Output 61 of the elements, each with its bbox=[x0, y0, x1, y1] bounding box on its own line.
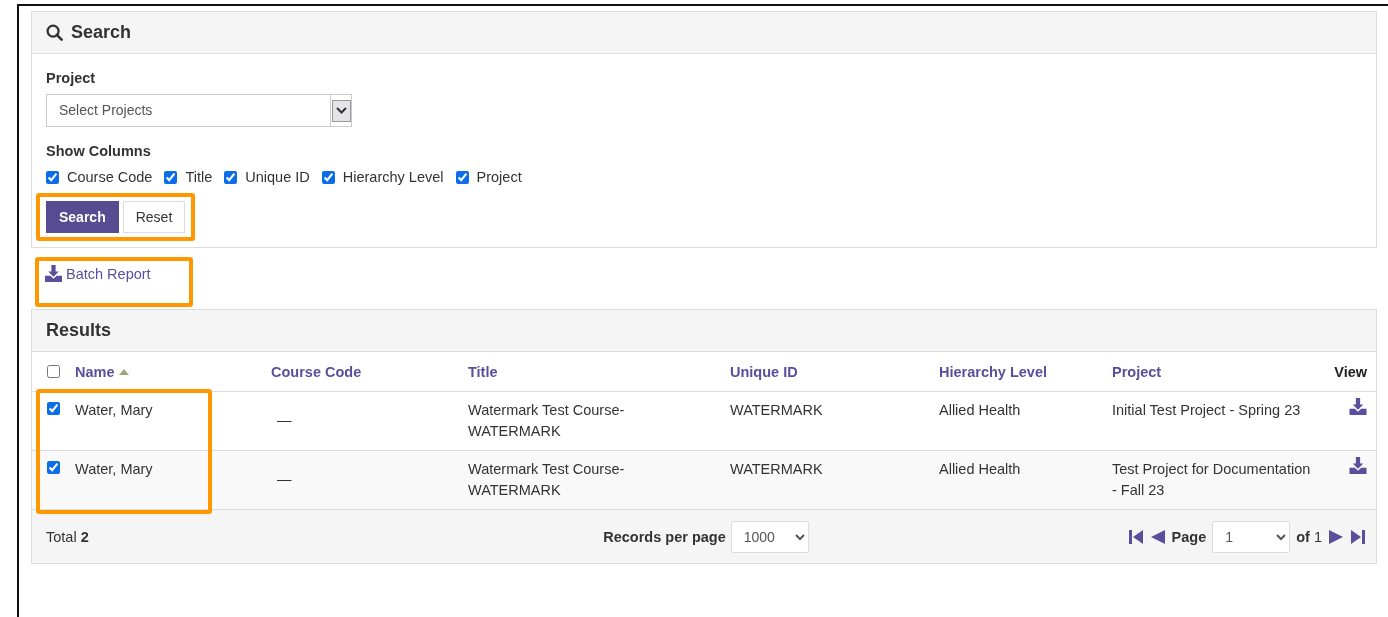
checkbox[interactable] bbox=[46, 170, 59, 184]
last-page-button[interactable] bbox=[1350, 528, 1366, 545]
panel-title: Search bbox=[71, 22, 132, 43]
table-cell: WATERMARK bbox=[730, 461, 823, 477]
checkbox-label: Hierarchy Level bbox=[342, 169, 444, 185]
previous-page-button[interactable] bbox=[1149, 528, 1166, 545]
next-page-button[interactable] bbox=[1328, 528, 1344, 545]
previous-page-icon bbox=[1149, 528, 1166, 545]
column-header[interactable]: Hierarchy Level bbox=[939, 363, 1047, 380]
table-cell-text: — bbox=[277, 411, 292, 430]
next-page-icon bbox=[1328, 528, 1344, 545]
records-per-page-label: Records per page bbox=[603, 528, 726, 545]
batch-report-link[interactable]: Batch Report bbox=[45, 265, 151, 282]
first-page-icon bbox=[1127, 528, 1144, 545]
page-select[interactable]: 1 bbox=[1212, 520, 1291, 553]
checkbox[interactable] bbox=[47, 365, 60, 378]
checkbox[interactable] bbox=[224, 170, 238, 184]
records-per-page-select[interactable]: 1000 bbox=[730, 520, 809, 553]
panel-title: Results bbox=[46, 320, 112, 341]
checkbox-label: Unique ID bbox=[245, 169, 310, 185]
page-count-label: of 1 bbox=[1296, 528, 1322, 545]
view-download-button[interactable] bbox=[1349, 398, 1367, 415]
last-page-icon bbox=[1350, 528, 1366, 545]
table-cell-text: Test Project for Documentation - Fall 23 bbox=[1112, 460, 1312, 500]
download-icon bbox=[1349, 398, 1367, 415]
column-header: View bbox=[1334, 363, 1367, 380]
checkbox[interactable] bbox=[164, 170, 178, 184]
table-cell-text: Initial Test Project - Spring 23 bbox=[1112, 401, 1302, 420]
table-cell: Water, Mary bbox=[75, 461, 153, 477]
field-label: Show Columns bbox=[46, 143, 152, 159]
checkbox-label: Course Code bbox=[67, 169, 153, 185]
table-cell: Allied Health bbox=[939, 461, 1021, 477]
search-icon bbox=[46, 24, 63, 41]
sort-ascending-icon bbox=[118, 368, 129, 375]
column-header[interactable]: Title bbox=[468, 363, 498, 380]
project-select[interactable]: Select Projects bbox=[46, 94, 352, 127]
column-header[interactable]: Name bbox=[75, 363, 115, 380]
table-cell: Allied Health bbox=[939, 402, 1021, 418]
view-download-button[interactable] bbox=[1349, 457, 1367, 474]
table-cell: WATERMARK bbox=[730, 402, 823, 418]
checkbox[interactable] bbox=[47, 402, 60, 415]
checkbox[interactable] bbox=[455, 170, 469, 184]
page-label: Page bbox=[1171, 528, 1207, 545]
download-icon bbox=[45, 265, 62, 282]
checkbox[interactable] bbox=[321, 170, 335, 184]
reset-button[interactable]: Reset bbox=[122, 201, 186, 233]
table-cell-text: Watermark Test Course-WATERMARK bbox=[468, 460, 626, 500]
field-label: Project bbox=[46, 70, 97, 86]
total-label: Total 2 bbox=[46, 528, 89, 545]
table-cell: Water, Mary bbox=[75, 402, 153, 418]
column-header[interactable]: Project bbox=[1112, 363, 1162, 380]
column-header[interactable]: Course Code bbox=[271, 363, 362, 380]
first-page-button[interactable] bbox=[1127, 528, 1144, 545]
checkbox-label: Project bbox=[476, 169, 522, 185]
table-cell-text: — bbox=[277, 470, 292, 489]
column-header[interactable]: Unique ID bbox=[730, 363, 798, 380]
checkbox-label: Title bbox=[185, 169, 213, 185]
table-cell-text: Watermark Test Course-WATERMARK bbox=[468, 401, 626, 441]
checkbox[interactable] bbox=[47, 461, 60, 474]
search-button[interactable]: Search bbox=[46, 201, 119, 233]
download-icon bbox=[1349, 457, 1367, 474]
